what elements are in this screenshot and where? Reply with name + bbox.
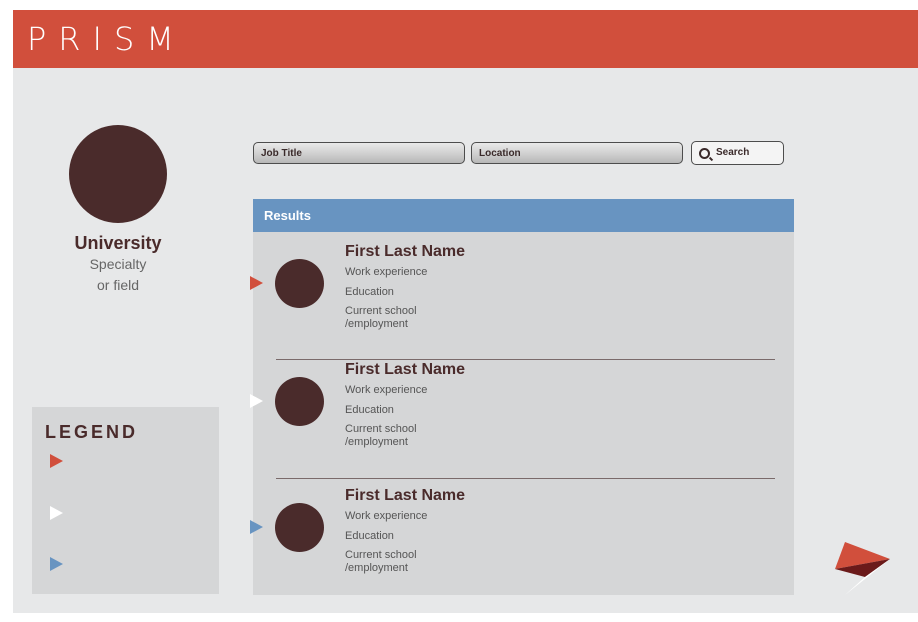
result-item[interactable]: First Last Name Work experience Educatio… [250,487,794,597]
marker-white-icon [250,394,263,408]
result-name[interactable]: First Last Name [345,243,465,261]
brand-logo-text[interactable]: PRISM [27,19,186,59]
search-button-label: Search [716,147,750,158]
search-icon [699,148,710,159]
profile-panel: University Specialty or field [43,125,193,296]
result-education: Education [345,286,394,298]
result-avatar[interactable] [275,377,324,426]
result-divider [276,359,775,360]
result-work: Work experience [345,384,428,396]
app-frame: PRISM University Specialty or field LEGE… [13,10,918,613]
result-current: Current school [345,305,417,317]
result-current: Current school [345,549,417,561]
result-current-cont: /employment [345,318,408,330]
result-item[interactable]: First Last Name Work experience Educatio… [250,243,794,353]
result-item[interactable]: First Last Name Work experience Educatio… [250,361,794,471]
legend-red-arrow-icon [50,454,63,468]
legend-blue-arrow-icon [50,557,63,571]
profile-avatar[interactable] [69,125,167,223]
result-avatar[interactable] [275,503,324,552]
marker-red-icon [250,276,263,290]
results-panel: Results First Last Name Work experience … [250,199,794,597]
result-divider [276,478,775,479]
result-avatar[interactable] [275,259,324,308]
prism-logo-icon [835,542,890,595]
result-education: Education [345,404,394,416]
result-current-cont: /employment [345,562,408,574]
result-work: Work experience [345,266,428,278]
job-title-input[interactable]: Job Title [253,142,465,164]
profile-specialty: Specialty [89,256,147,272]
result-name[interactable]: First Last Name [345,487,465,505]
results-header: Results [253,199,794,232]
legend-title: LEGEND [45,422,139,442]
result-current-cont: /employment [345,436,408,448]
legend-white-arrow-icon [50,506,63,520]
result-current: Current school [345,423,417,435]
result-work: Work experience [345,510,428,522]
profile-field: or field [96,277,140,293]
header-bar: PRISM [13,10,918,68]
result-education: Education [345,530,394,542]
legend-panel: LEGEND [32,407,219,594]
result-name[interactable]: First Last Name [345,361,465,379]
location-input[interactable]: Location [471,142,683,164]
profile-university: University [74,233,162,253]
marker-blue-icon [250,520,263,534]
search-button[interactable]: Search [691,141,784,165]
